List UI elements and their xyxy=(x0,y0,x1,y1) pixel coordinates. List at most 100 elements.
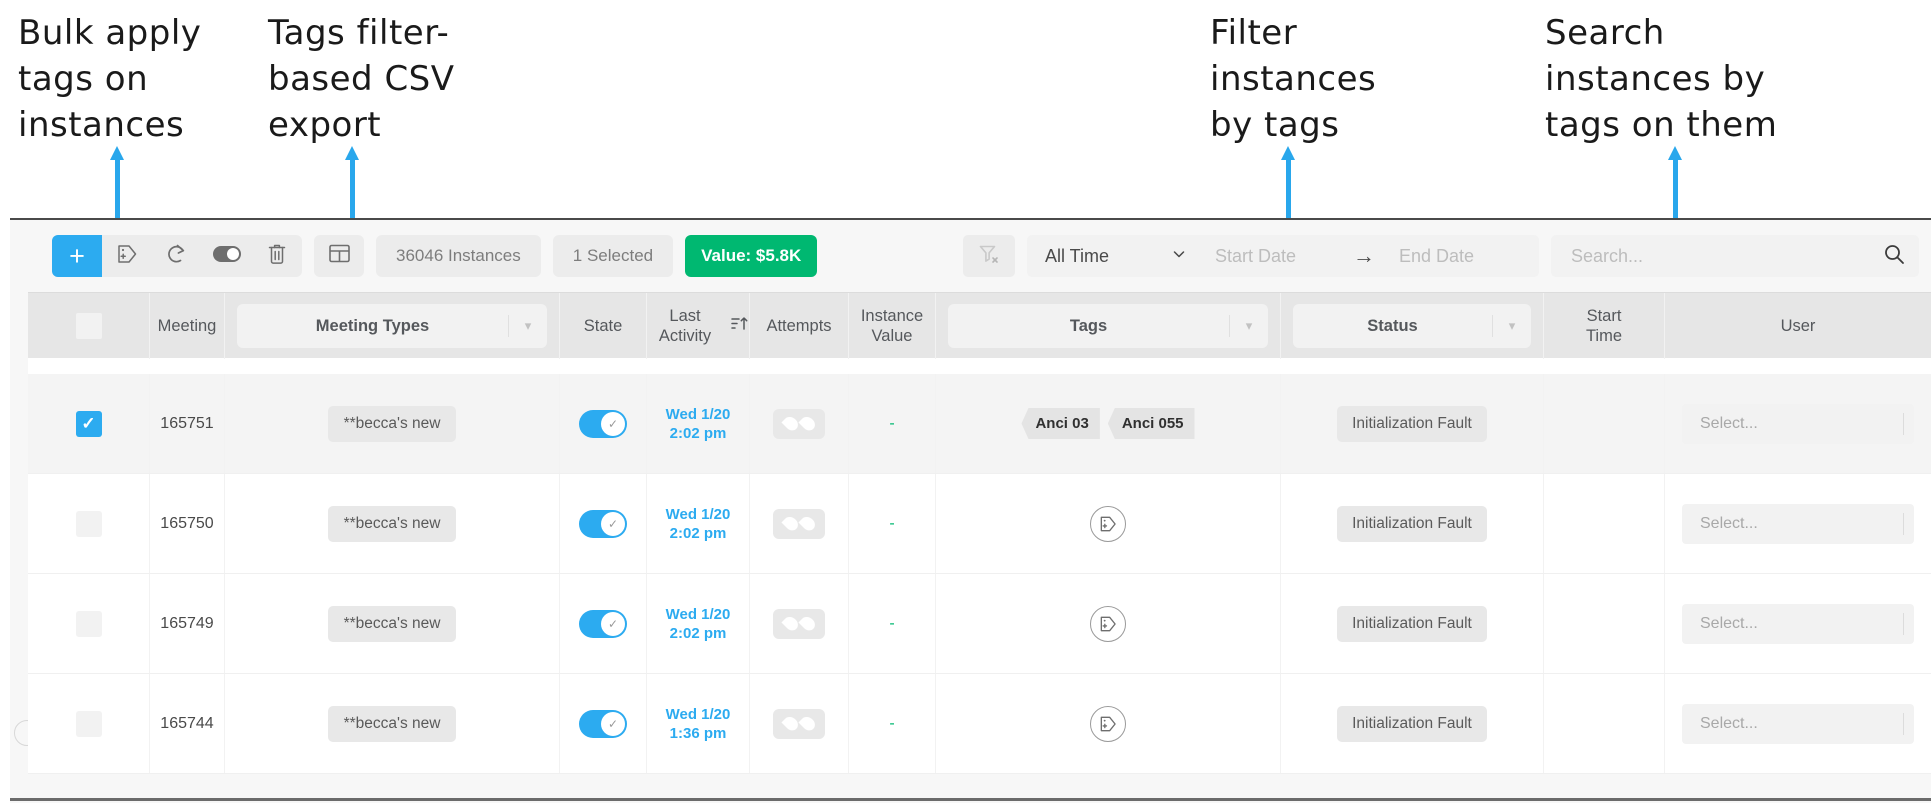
row-select-cell[interactable]: ✓ xyxy=(28,374,150,473)
state-toggle[interactable]: ✓ xyxy=(579,709,627,738)
meeting-types-filter-label: Meeting Types xyxy=(315,316,430,335)
tags-filter-dropdown[interactable]: Tags ▾ xyxy=(948,303,1268,348)
table-row[interactable]: 165750 **becca's new ✓ Wed 1/20 2:02 pm - Ini… xyxy=(28,474,1931,574)
search-icon[interactable] xyxy=(1883,243,1905,270)
toolbar-action-group: + xyxy=(52,235,302,277)
cell-state[interactable]: ✓ xyxy=(560,474,647,573)
header-start-time: Start Time xyxy=(1544,292,1665,359)
annotation-filter-by-tags: Filter instances by tags xyxy=(1210,13,1377,145)
divider xyxy=(1903,412,1904,435)
time-range-dropdown[interactable]: All Time xyxy=(1045,246,1197,267)
meeting-types-filter-dropdown[interactable]: Meeting Types ▾ xyxy=(237,303,547,348)
last-activity-value: Wed 1/20 2:02 pm xyxy=(665,405,731,442)
add-tag-circle-icon[interactable] xyxy=(1090,505,1126,542)
cell-tags[interactable]: Anci 03 Anci 055 xyxy=(936,374,1281,473)
attempts-badge xyxy=(773,408,825,439)
toggle-icon xyxy=(213,245,241,268)
cell-instance-value: - xyxy=(849,674,936,773)
check-icon: ✓ xyxy=(601,511,625,536)
table-row[interactable]: ✓ 165751 **becca's new ✓ Wed 1/20 2:02 pm - An… xyxy=(28,374,1931,474)
tag-chip[interactable]: Anci 03 xyxy=(1021,408,1100,439)
row-select-cell[interactable] xyxy=(28,474,150,573)
cell-meeting-type: **becca's new xyxy=(225,374,560,473)
droplet-icon xyxy=(797,413,818,434)
start-date-input[interactable]: Start Date xyxy=(1197,246,1347,267)
droplet-icon xyxy=(780,513,801,534)
toolbar: + 36046 Instances 1 Selected Value: $5.8… xyxy=(28,220,1931,292)
header-attempts: Attempts xyxy=(750,292,849,359)
cell-status: Initialization Fault xyxy=(1281,674,1544,773)
cell-user[interactable]: Select... xyxy=(1665,674,1931,773)
cell-state[interactable]: ✓ xyxy=(560,574,647,673)
row-checkbox[interactable]: ✓ xyxy=(75,410,102,437)
user-select[interactable]: Select... xyxy=(1682,403,1914,444)
header-last-activity[interactable]: Last Activity xyxy=(647,292,750,359)
user-select[interactable]: Select... xyxy=(1682,603,1914,644)
cell-start-time xyxy=(1544,374,1665,473)
cell-attempts xyxy=(750,574,849,673)
sort-ascending-icon[interactable] xyxy=(730,314,749,338)
state-toggle[interactable]: ✓ xyxy=(579,509,627,538)
table-row[interactable]: 165744 **becca's new ✓ Wed 1/20 1:36 pm - Ini… xyxy=(28,674,1931,774)
header-state: State xyxy=(560,292,647,359)
status-filter-dropdown[interactable]: Status ▾ xyxy=(1293,303,1531,348)
user-select[interactable]: Select... xyxy=(1682,703,1914,744)
header-select-all[interactable] xyxy=(28,292,150,359)
chevron-down-icon xyxy=(1171,246,1187,267)
csv-export-button[interactable] xyxy=(314,235,364,277)
cell-state[interactable]: ✓ xyxy=(560,674,647,773)
row-select-cell[interactable] xyxy=(28,574,150,673)
header-user: User xyxy=(1780,316,1816,335)
last-activity-value: Wed 1/20 2:02 pm xyxy=(665,605,731,642)
row-checkbox[interactable] xyxy=(75,710,102,737)
user-select[interactable]: Select... xyxy=(1682,503,1914,544)
last-activity-value: Wed 1/20 1:36 pm xyxy=(665,705,731,742)
state-toggle-button[interactable] xyxy=(202,235,252,277)
cell-meeting: 165750 xyxy=(150,474,225,573)
header-instance-value: Instance Value xyxy=(849,292,936,359)
add-tag-circle-icon[interactable] xyxy=(1090,605,1126,642)
instance-value-text: - xyxy=(889,714,895,732)
selected-count-badge: 1 Selected xyxy=(552,235,674,277)
instance-value-text: - xyxy=(889,614,895,632)
tags-filter-label: Tags xyxy=(1069,316,1108,335)
meeting-type-chip: **becca's new xyxy=(327,505,457,542)
add-tag-circle-icon[interactable] xyxy=(1090,705,1126,742)
cell-meeting-type: **becca's new xyxy=(225,674,560,773)
total-value-badge: Value: $5.8K xyxy=(685,235,818,277)
delete-button[interactable] xyxy=(252,235,302,277)
grid-icon xyxy=(328,242,351,270)
clear-filters-button[interactable] xyxy=(963,235,1015,277)
status-badge: Initialization Fault xyxy=(1337,405,1487,442)
cell-user[interactable]: Select... xyxy=(1665,374,1931,473)
cell-tags[interactable] xyxy=(936,474,1281,573)
cell-tags[interactable] xyxy=(936,674,1281,773)
cell-user[interactable]: Select... xyxy=(1665,474,1931,573)
cell-state[interactable]: ✓ xyxy=(560,374,647,473)
search-input[interactable] xyxy=(1569,244,1883,268)
cell-meeting-type: **becca's new xyxy=(225,474,560,573)
select-all-checkbox[interactable] xyxy=(75,312,102,339)
table-row[interactable]: 165749 **becca's new ✓ Wed 1/20 2:02 pm - Ini… xyxy=(28,574,1931,674)
row-checkbox[interactable] xyxy=(75,610,102,637)
end-date-input[interactable]: End Date xyxy=(1381,246,1531,267)
cell-instance-value: - xyxy=(849,374,936,473)
row-checkbox[interactable] xyxy=(75,510,102,537)
status-badge: Initialization Fault xyxy=(1337,705,1487,742)
header-last-activity-label: Last Activity xyxy=(658,306,712,345)
cell-start-time xyxy=(1544,474,1665,573)
redo-button[interactable] xyxy=(152,235,202,277)
divider xyxy=(1903,712,1904,735)
state-toggle[interactable]: ✓ xyxy=(579,409,627,438)
droplet-icon xyxy=(797,613,818,634)
cell-tags[interactable] xyxy=(936,574,1281,673)
bulk-apply-tags-button[interactable] xyxy=(102,235,152,277)
row-select-cell[interactable] xyxy=(28,674,150,773)
date-range-arrow-icon: → xyxy=(1353,243,1375,268)
add-instance-button[interactable]: + xyxy=(52,235,102,277)
state-toggle[interactable]: ✓ xyxy=(579,609,627,638)
droplet-icon xyxy=(780,413,801,434)
tag-chip[interactable]: Anci 055 xyxy=(1107,408,1195,439)
status-badge: Initialization Fault xyxy=(1337,505,1487,542)
cell-user[interactable]: Select... xyxy=(1665,574,1931,673)
